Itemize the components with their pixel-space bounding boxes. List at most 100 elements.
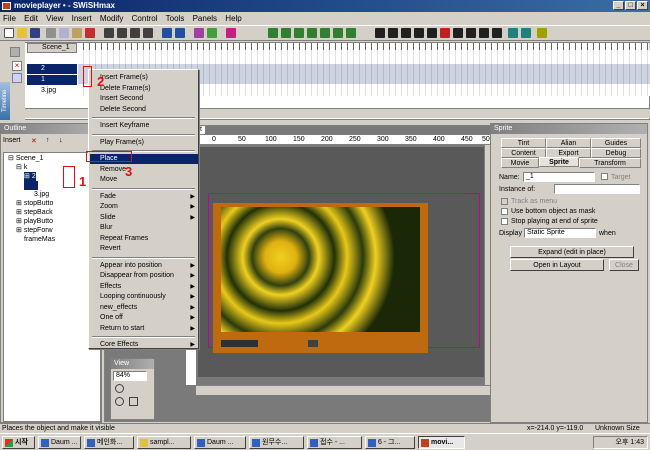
timeline-row-1[interactable]: 1 (27, 75, 77, 85)
minimize-button[interactable]: _ (613, 1, 624, 10)
save-icon[interactable] (30, 28, 40, 38)
menu-modify[interactable]: Modify (97, 12, 127, 25)
menu-view[interactable]: View (43, 12, 66, 25)
play-timeline-icon[interactable] (401, 28, 411, 38)
tree-item-k[interactable]: ⊟ k (16, 163, 27, 172)
zoom-field[interactable]: 84% (113, 371, 147, 381)
context-menu-item[interactable]: Insert Frame(s) (90, 73, 198, 83)
context-menu-item[interactable]: Blur (90, 223, 198, 233)
task-0[interactable]: Daum ... (38, 436, 81, 449)
task-5[interactable]: 접수 - ... (307, 436, 362, 449)
text-icon[interactable] (320, 28, 330, 38)
expand-button[interactable]: Expand (edit in place) (510, 246, 634, 258)
context-menu-item[interactable]: Slide ▶ (90, 213, 198, 223)
task-1[interactable]: 메인화... (84, 436, 134, 449)
context-menu-item[interactable]: Return to start ▶ (90, 324, 198, 334)
rewind-icon[interactable] (427, 28, 437, 38)
context-menu-item[interactable]: Disappear from position ▶ (90, 271, 198, 281)
scene-row[interactable]: Scene_1 (27, 43, 77, 53)
task-7-active[interactable]: movi... (418, 436, 465, 449)
menu-control[interactable]: Control (129, 12, 161, 25)
redo-icon[interactable] (175, 28, 185, 38)
motion-icon[interactable] (346, 28, 356, 38)
context-menu-item[interactable]: One off ▶ (90, 313, 198, 323)
context-menu-item[interactable]: Insert Keyframe (90, 121, 198, 131)
context-menu-item[interactable]: Remove (90, 165, 198, 175)
send-back-icon[interactable] (143, 28, 153, 38)
tree-item-framemask[interactable]: frameMas (24, 235, 55, 244)
stage-hscroll[interactable] (196, 385, 494, 395)
tab-sprite[interactable]: Sprite (539, 157, 579, 167)
cut-icon[interactable] (46, 28, 56, 38)
target-checkbox[interactable] (601, 173, 608, 180)
play-icon[interactable] (388, 28, 398, 38)
context-menu-item[interactable]: Revert (90, 244, 198, 254)
menu-edit[interactable]: Edit (21, 12, 41, 25)
move-up-icon[interactable] (104, 28, 114, 38)
tree-item-scene[interactable]: ⊟ Scene_1 (8, 154, 43, 163)
open-in-layout-button[interactable]: Open in Layout (510, 259, 604, 271)
new-file-icon[interactable] (4, 28, 14, 38)
import-icon[interactable] (194, 28, 204, 38)
stop-playing-checkbox[interactable] (501, 218, 508, 225)
outline-insert-button[interactable]: Insert (3, 137, 21, 144)
zoom-fit-icon[interactable] (129, 397, 138, 406)
bring-front-icon[interactable] (130, 28, 140, 38)
stop-icon[interactable] (375, 28, 385, 38)
start-button[interactable]: 시작 (2, 436, 35, 449)
step-back-icon[interactable] (453, 28, 463, 38)
menu-insert[interactable]: Insert (69, 12, 95, 25)
menu-tools[interactable]: Tools (163, 12, 188, 25)
maximize-button[interactable]: □ (625, 1, 636, 10)
group-icon[interactable] (268, 28, 278, 38)
task-3[interactable]: Daum ... (194, 436, 246, 449)
preview-icon[interactable] (492, 28, 502, 38)
context-menu-item[interactable]: Effects ▶ (90, 282, 198, 292)
player-progress-thumb[interactable] (308, 340, 318, 347)
context-menu-item[interactable]: Delete Second (90, 105, 198, 115)
zoom-in-icon[interactable] (115, 384, 124, 393)
context-menu-item[interactable]: Core Effects ▶ (90, 340, 198, 350)
tree-item-stepback[interactable]: ⊞ stepBack (16, 208, 53, 217)
context-menu-item[interactable]: Fade ▶ (90, 192, 198, 202)
context-menu-item[interactable]: Insert Second (90, 94, 198, 104)
ungroup-icon[interactable] (281, 28, 291, 38)
menu-panels[interactable]: Panels (190, 12, 220, 25)
context-menu-item[interactable]: Delete Frame(s) (90, 84, 198, 94)
delete-icon[interactable] (85, 28, 95, 38)
tab-transform[interactable]: Transform (579, 158, 641, 168)
tree-item-2[interactable]: ⊞ 2 (24, 172, 36, 181)
tree-item-stepforward[interactable]: ⊞ stepForw (16, 226, 53, 235)
export-icon[interactable] (207, 28, 217, 38)
tree-item-play[interactable]: ⊞ playButto (16, 217, 53, 226)
close-button[interactable]: × (637, 1, 648, 10)
shape-icon[interactable] (333, 28, 343, 38)
sprite-icon[interactable] (294, 28, 304, 38)
tab-tint[interactable]: Tint (501, 138, 546, 148)
context-menu-item[interactable]: Appear into position ▶ (90, 261, 198, 271)
close-sprite-button[interactable]: Close (609, 259, 639, 271)
context-menu-item[interactable]: Zoom ▶ (90, 202, 198, 212)
copy-icon[interactable] (59, 28, 69, 38)
context-menu-item[interactable]: Looping continuously ▶ (90, 292, 198, 302)
player-controls[interactable] (221, 340, 258, 347)
timeline-lock-icon[interactable] (12, 73, 22, 83)
zoom-out-icon[interactable] (115, 397, 124, 406)
play-scene-icon[interactable] (414, 28, 424, 38)
undo-icon[interactable] (162, 28, 172, 38)
tree-item-jpg[interactable]: 3.jpg (34, 190, 49, 199)
move-down-icon[interactable] (117, 28, 127, 38)
tree-item-stop[interactable]: ⊞ stopButto (16, 199, 53, 208)
test-icon[interactable] (508, 28, 518, 38)
name-input[interactable]: _1 (523, 172, 595, 182)
timeline-row-jpg[interactable]: 3.jpg (27, 86, 77, 96)
timeline-close-icon[interactable]: × (12, 61, 22, 71)
tab-debug[interactable]: Debug (591, 148, 641, 158)
task-6[interactable]: 6 - 그... (365, 436, 415, 449)
track-menu-checkbox[interactable] (501, 198, 508, 205)
outline-up-icon[interactable]: ↑ (46, 137, 50, 144)
end-icon[interactable] (479, 28, 489, 38)
menu-file[interactable]: File (0, 12, 19, 25)
paste-icon[interactable] (72, 28, 82, 38)
outline-down-icon[interactable]: ↓ (59, 137, 63, 144)
